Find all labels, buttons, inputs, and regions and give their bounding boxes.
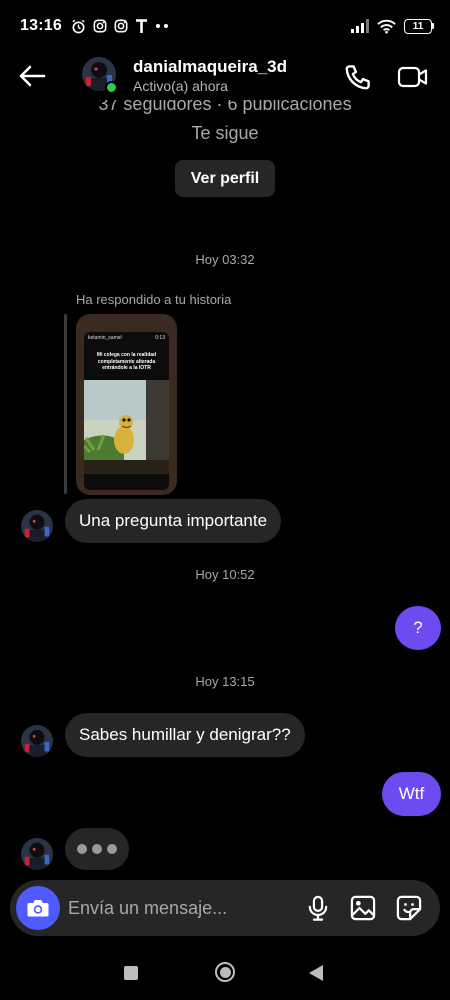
message-input[interactable] <box>68 880 268 936</box>
camera-icon <box>27 900 49 917</box>
active-status: Activo(a) ahora <box>133 78 228 94</box>
story-image <box>84 380 169 474</box>
alarm-icon <box>72 19 85 33</box>
chat-username[interactable]: danialmaqueira_3d <box>133 57 287 77</box>
sticker-icon <box>396 895 422 921</box>
status-icons-left <box>71 18 169 34</box>
incoming-message[interactable]: Una pregunta importante <box>65 499 282 543</box>
video-camera-icon <box>397 66 428 88</box>
signal-icon <box>351 19 369 33</box>
profile-stats: 37 seguidores · 6 publicaciones <box>98 100 352 114</box>
home-button[interactable] <box>215 962 235 982</box>
instagram-icon <box>114 19 128 33</box>
sticker-button[interactable] <box>395 894 423 922</box>
avatar-image <box>21 725 53 757</box>
message-composer <box>10 880 440 936</box>
system-nav-bar <box>0 950 450 1000</box>
story-reply-label: Ha respondido a tu historia <box>76 292 232 307</box>
audio-call-button[interactable] <box>343 62 373 92</box>
timestamp: Hoy 13:15 <box>195 674 255 689</box>
image-icon <box>350 895 376 921</box>
view-profile-button[interactable]: Ver perfil <box>175 160 275 197</box>
back-button[interactable] <box>16 62 48 90</box>
timestamp: Hoy 03:32 <box>195 252 255 267</box>
more-dots-icon <box>155 24 168 28</box>
status-time: 13:16 <box>20 17 62 34</box>
instagram-icon <box>93 19 107 33</box>
typing-indicator <box>65 828 129 870</box>
follows-you-label: Te sigue <box>191 123 259 143</box>
phone-icon <box>345 65 370 90</box>
story-username: ketamin_samel <box>88 335 122 341</box>
story-thumbnail[interactable]: ketamin_samel 0:13 Mi colega con la real… <box>76 314 177 495</box>
status-bar: 13:16 11 <box>0 0 450 52</box>
gallery-button[interactable] <box>349 894 377 922</box>
battery-level: 11 <box>412 20 424 32</box>
story-caption: Mi colega con la realidad completamente … <box>96 352 157 371</box>
story-time: 0:13 <box>155 335 165 341</box>
avatar-image <box>21 510 53 542</box>
reply-indicator-bar <box>64 314 67 494</box>
back-arrow-icon <box>19 65 46 87</box>
online-indicator <box>105 81 118 94</box>
incoming-message[interactable]: Sabes humillar y denigrar?? <box>65 713 305 757</box>
microphone-button[interactable] <box>304 894 332 922</box>
wifi-icon <box>377 19 396 34</box>
status-icons-right: 11 <box>351 18 434 34</box>
system-back-button[interactable] <box>309 965 323 981</box>
video-call-button[interactable] <box>397 62 429 92</box>
recents-button[interactable] <box>124 966 138 980</box>
t-icon <box>135 18 147 33</box>
battery-icon: 11 <box>404 18 434 34</box>
timestamp: Hoy 10:52 <box>195 567 255 582</box>
avatar[interactable] <box>21 725 53 757</box>
camera-button[interactable] <box>16 886 60 930</box>
avatar-image <box>21 838 53 870</box>
avatar[interactable] <box>21 838 53 870</box>
chat-header: danialmaqueira_3d Activo(a) ahora <box>0 52 450 102</box>
outgoing-message[interactable]: Wtf <box>382 772 441 816</box>
microphone-icon <box>308 895 328 921</box>
avatar[interactable] <box>21 510 53 542</box>
outgoing-message[interactable]: ? <box>395 606 441 650</box>
